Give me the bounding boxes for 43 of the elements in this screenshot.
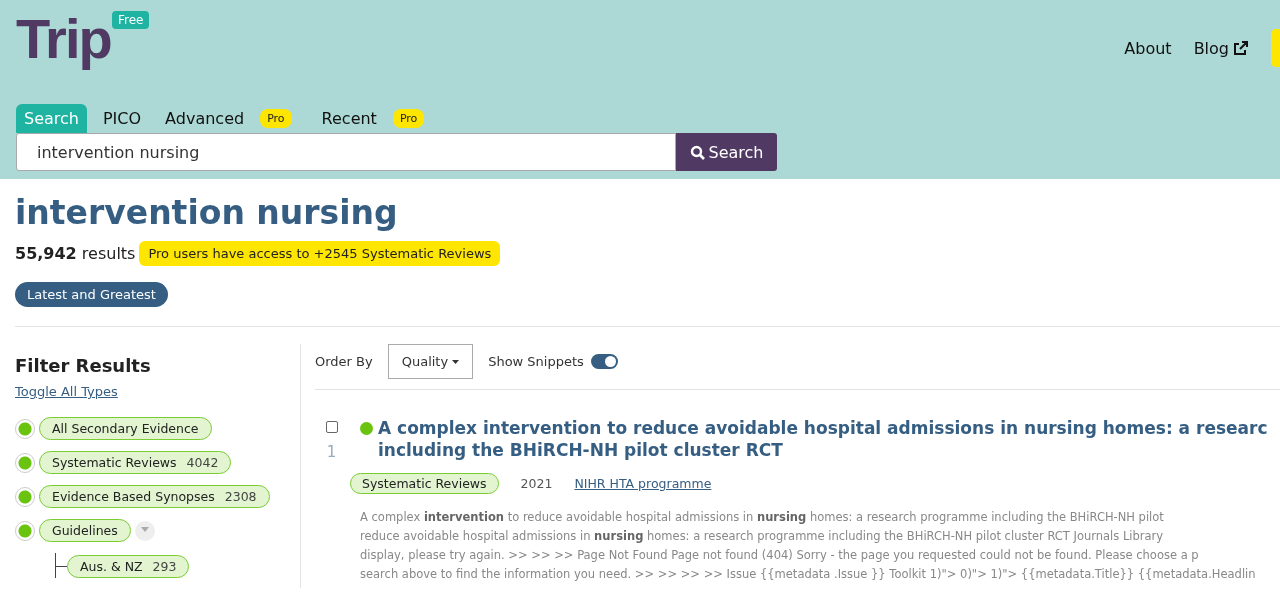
result-number: 1 — [326, 443, 337, 461]
filter-chip[interactable]: Evidence Based Synopses 2308 — [39, 485, 270, 508]
search-tab[interactable]: Advanced — [157, 103, 253, 133]
logo[interactable]: Trip — [16, 10, 111, 68]
search-button[interactable]: Search — [676, 133, 777, 171]
latest-button[interactable]: Latest and Greatest — [15, 282, 168, 307]
query-title: intervention nursing — [15, 193, 399, 233]
pro-badge: Pro — [260, 108, 292, 128]
search-tab[interactable]: Recent — [313, 103, 385, 133]
plan-badge: Free — [112, 11, 150, 29]
filter-chip[interactable]: Aus. & NZ 293 — [67, 555, 190, 578]
snippets-toggle[interactable] — [590, 354, 618, 369]
type-tag: Systematic Reviews — [350, 473, 499, 494]
pro-notice: Pro users have access to +2545 Systematic Reviews — [139, 241, 501, 266]
result-checkbox[interactable] — [325, 421, 338, 433]
toggle-link[interactable]: Toggle All Types — [15, 384, 118, 399]
caret-icon — [452, 359, 460, 364]
expand-toggle[interactable] — [134, 520, 155, 541]
filter-title: Filter Results — [15, 355, 152, 376]
search-field[interactable]: intervention nursing — [16, 133, 676, 171]
filter-radio[interactable] — [15, 418, 35, 439]
nav-link[interactable]: Blog — [1193, 38, 1249, 58]
filter-chip[interactable]: Systematic Reviews 4042 — [39, 451, 232, 474]
filter-radio[interactable] — [15, 520, 35, 541]
order-dropdown[interactable]: Quality — [387, 344, 474, 379]
source-link[interactable]: NIHR HTA programme — [574, 476, 712, 491]
results-count: 55,942 results — [15, 244, 136, 263]
external-link-icon — [1233, 40, 1249, 56]
filter-chip[interactable]: All Secondary Evidence — [39, 417, 212, 440]
filter-chip[interactable]: Guidelines — [39, 519, 131, 542]
filter-radio[interactable] — [15, 452, 35, 473]
result-year: 2021 — [520, 476, 553, 491]
header-button[interactable] — [1271, 29, 1280, 67]
result-snippet: A complex intervention to reduce avoidable hospital admissions in nursing homes: a research programme including the BHiRCH-NH pilot reduce avoidable hospital admissions in nursing homes: a research programme including the BHiRCH-NH pilot cluster RCT Journals Library display, please try again. >> >> >> Page Not Found Page not found (404) Sorry - the page you requested could not be found. Please choose a p search above to find the information you need. >> >> >> >> Issue {{metadata .Issue }} Toolkit 1)"> 0)"> 1)"> {{metadata.Title}} {{metadata.Headlin — [360, 509, 1257, 583]
search-icon — [689, 144, 705, 160]
filter-radio[interactable] — [15, 486, 35, 507]
order-label: Order By — [315, 354, 373, 369]
result-title[interactable]: A complex intervention to reduce avoidable hospital admissions in nursing homes: a researc including the BHiRCH-NH pilot cluster RCT — [378, 417, 1268, 461]
pro-badge: Pro — [392, 108, 425, 128]
status-dot — [360, 422, 373, 435]
search-tab[interactable]: PICO — [94, 103, 150, 133]
nav-link[interactable]: About — [1124, 38, 1172, 58]
snippets-label: Show Snippets — [488, 354, 584, 369]
